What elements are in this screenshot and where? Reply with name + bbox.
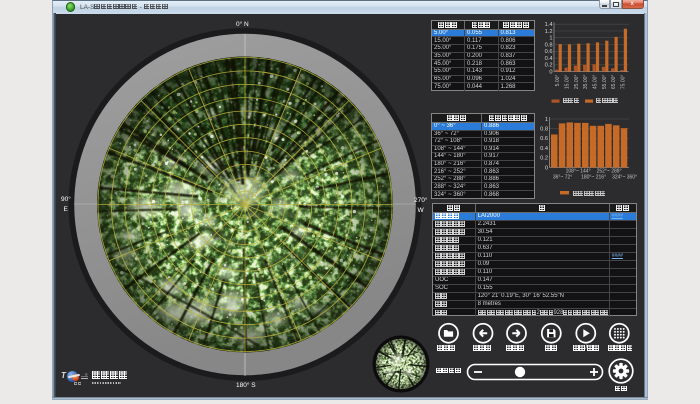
svg-text:55.00°: 55.00° bbox=[602, 75, 608, 90]
svg-text:35.00°: 35.00° bbox=[583, 75, 589, 90]
svg-text:1.2: 1.2 bbox=[545, 29, 553, 35]
svg-text:0: 0 bbox=[549, 69, 552, 75]
svg-text:0.2: 0.2 bbox=[545, 63, 553, 69]
svg-text:0.8: 0.8 bbox=[540, 127, 548, 133]
svg-text:180°~ 216°: 180°~ 216° bbox=[581, 174, 606, 180]
svg-text:0: 0 bbox=[545, 165, 548, 171]
svg-text:15.00°: 15.00° bbox=[565, 75, 571, 90]
svg-text:1: 1 bbox=[545, 117, 548, 123]
svg-text:1.4: 1.4 bbox=[545, 22, 553, 28]
svg-text:25.00°: 25.00° bbox=[574, 75, 580, 90]
svg-text:0.4: 0.4 bbox=[540, 146, 548, 152]
svg-text:5.00°: 5.00° bbox=[555, 75, 561, 87]
svg-text:0.4: 0.4 bbox=[545, 56, 553, 62]
svg-text:36°~ 72°: 36°~ 72° bbox=[553, 174, 572, 180]
svg-text:0.2: 0.2 bbox=[540, 156, 548, 162]
svg-text:0.8: 0.8 bbox=[545, 42, 553, 48]
svg-text:324°~ 360°: 324°~ 360° bbox=[612, 174, 637, 180]
svg-text:1: 1 bbox=[549, 36, 552, 42]
svg-text:0.6: 0.6 bbox=[545, 49, 553, 55]
svg-text:45.00°: 45.00° bbox=[593, 75, 599, 90]
svg-text:65.00°: 65.00° bbox=[611, 75, 617, 90]
svg-text:0.6: 0.6 bbox=[540, 136, 548, 142]
svg-text:75.00°: 75.00° bbox=[620, 75, 626, 90]
